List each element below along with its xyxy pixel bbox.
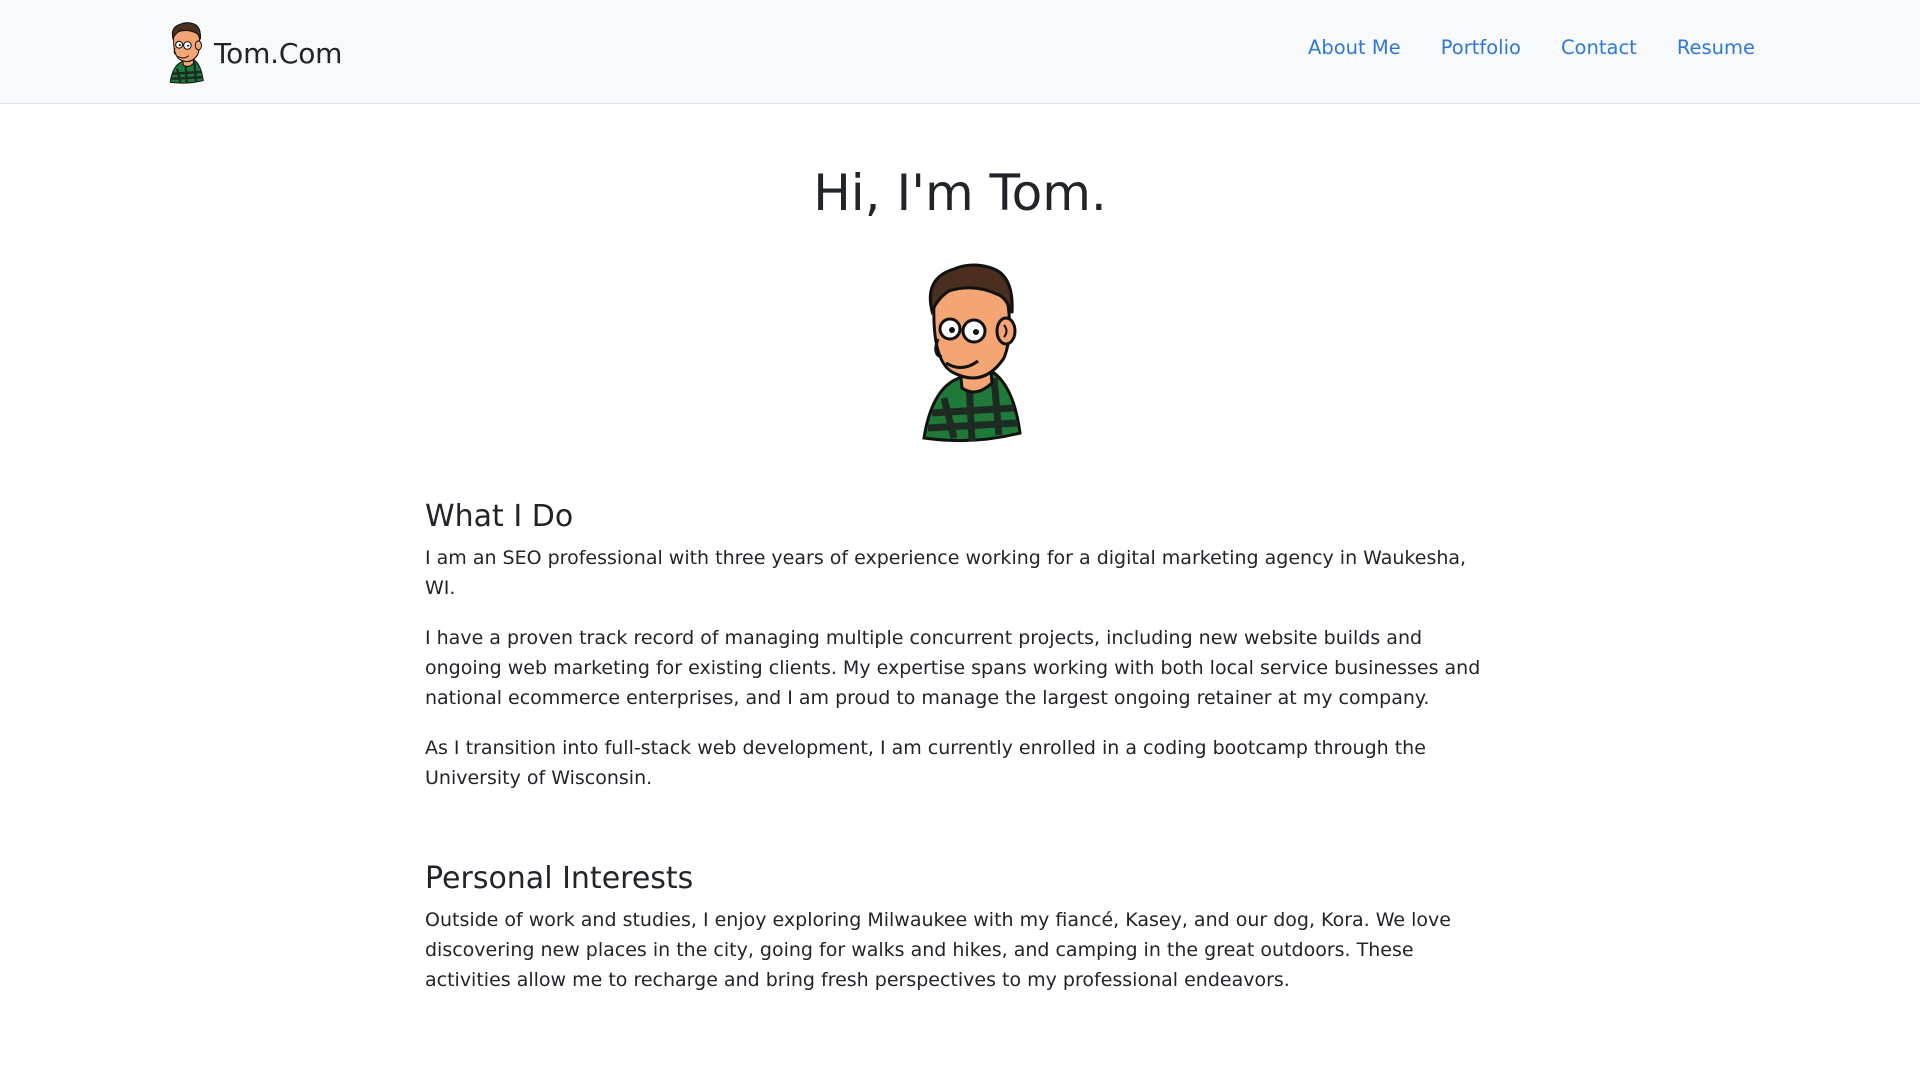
- nav-resume[interactable]: Resume: [1677, 36, 1755, 59]
- page-title: Hi, I'm Tom.: [813, 164, 1107, 222]
- navbar: Tom.Com About Me Portfolio Contact Resum…: [0, 0, 1920, 104]
- brand-name: Tom.Com: [214, 36, 343, 70]
- main-nav: About Me Portfolio Contact Resume: [1308, 36, 1755, 59]
- nav-about-me[interactable]: About Me: [1308, 36, 1401, 59]
- personal-interests-section: Personal Interests Outside of work and s…: [425, 861, 1495, 995]
- paragraph: I am an SEO professional with three year…: [425, 547, 1467, 599]
- section-heading: Personal Interests: [425, 861, 694, 896]
- nav-portfolio[interactable]: Portfolio: [1441, 36, 1521, 59]
- paragraph: Outside of work and studies, I enjoy exp…: [425, 909, 1451, 991]
- what-i-do-section: What I Do I am an SEO professional with …: [425, 499, 1495, 793]
- cartoon-avatar-icon: [169, 22, 204, 84]
- paragraph: I have a proven track record of managing…: [425, 627, 1481, 709]
- main-content: What I Do I am an SEO professional with …: [425, 499, 1495, 1015]
- section-heading: What I Do: [425, 499, 574, 534]
- brand-link[interactable]: Tom.Com: [166, 22, 342, 84]
- nav-contact[interactable]: Contact: [1561, 36, 1637, 59]
- cartoon-portrait-icon: [922, 263, 1022, 443]
- paragraph: As I transition into full-stack web deve…: [425, 737, 1426, 789]
